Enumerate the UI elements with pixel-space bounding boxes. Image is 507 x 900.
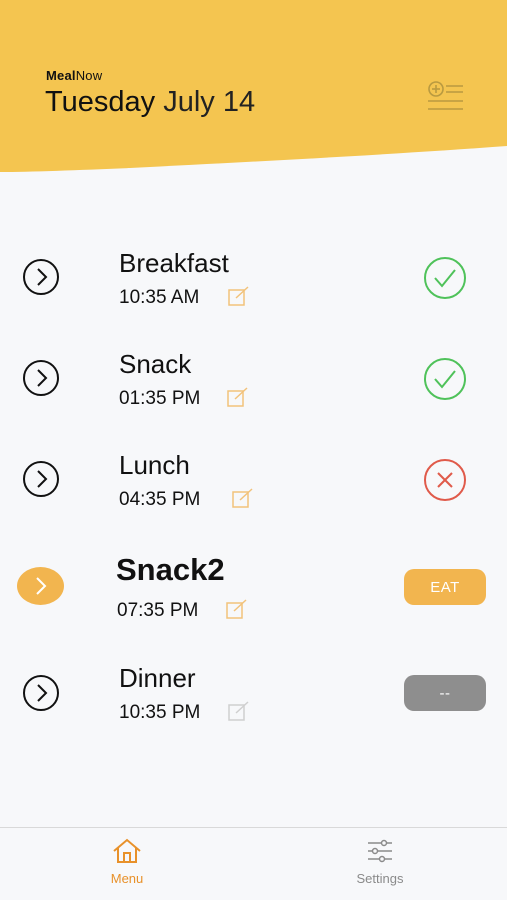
edit-time-icon[interactable] — [226, 599, 248, 619]
tab-bar: Menu Settings — [0, 827, 507, 900]
disabled-status-button[interactable]: -- — [404, 675, 486, 711]
brand-logo: MealNow — [46, 68, 103, 83]
meal-row-dinner[interactable]: Dinner 10:35 PM -- — [0, 655, 507, 745]
meal-row-lunch[interactable]: Lunch 04:35 PM — [0, 442, 507, 532]
edit-time-icon[interactable] — [228, 286, 250, 306]
expand-arrow-button[interactable] — [22, 258, 60, 296]
edit-time-icon[interactable] — [232, 488, 254, 508]
chevron-right-circle-icon — [23, 360, 59, 396]
tab-label: Menu — [110, 871, 144, 886]
chevron-right-icon — [17, 567, 64, 605]
meal-time: 01:35 PM — [119, 388, 201, 409]
add-meal-button[interactable] — [426, 80, 466, 114]
home-icon — [112, 838, 142, 864]
tab-label: Settings — [356, 871, 404, 886]
edit-time-icon[interactable] — [228, 701, 250, 721]
eat-button[interactable]: EAT — [404, 569, 486, 605]
meal-time: 04:35 PM — [119, 489, 201, 510]
chevron-right-circle-icon — [23, 461, 59, 497]
header: MealNow Tuesday July 14 — [0, 0, 507, 180]
tab-settings[interactable]: Settings — [320, 828, 440, 900]
x-circle-icon — [423, 458, 467, 502]
meal-time: 10:35 PM — [119, 702, 201, 723]
expand-arrow-button[interactable] — [22, 674, 60, 712]
check-circle-icon — [423, 256, 467, 300]
tab-menu[interactable]: Menu — [67, 828, 187, 900]
chevron-right-circle-icon — [23, 259, 59, 295]
meal-name: Lunch — [119, 450, 190, 480]
expand-arrow-button[interactable] — [17, 567, 64, 605]
meal-name: Snack2 — [116, 552, 225, 587]
sliders-icon — [365, 838, 395, 864]
title-date: July 14 — [163, 86, 256, 118]
meal-name: Breakfast — [119, 248, 229, 278]
meal-row-snack[interactable]: Snack 01:35 PM — [0, 341, 507, 431]
meal-time: 10:35 AM — [119, 287, 200, 308]
chevron-right-circle-icon — [23, 675, 59, 711]
title-day: Tuesday — [45, 86, 156, 118]
meal-time: 07:35 PM — [117, 600, 199, 621]
edit-time-icon[interactable] — [227, 387, 249, 407]
meal-row-snack2[interactable]: Snack2 07:35 PM EAT — [0, 547, 507, 637]
meal-name: Dinner — [119, 663, 196, 693]
check-circle-icon — [423, 357, 467, 401]
add-list-icon — [428, 81, 463, 110]
meal-name: Snack — [119, 349, 192, 379]
meal-row-breakfast[interactable]: Breakfast 10:35 AM — [0, 240, 507, 330]
expand-arrow-button[interactable] — [22, 359, 60, 397]
page-title: Tuesday July 14 — [45, 86, 255, 119]
expand-arrow-button[interactable] — [22, 460, 60, 498]
